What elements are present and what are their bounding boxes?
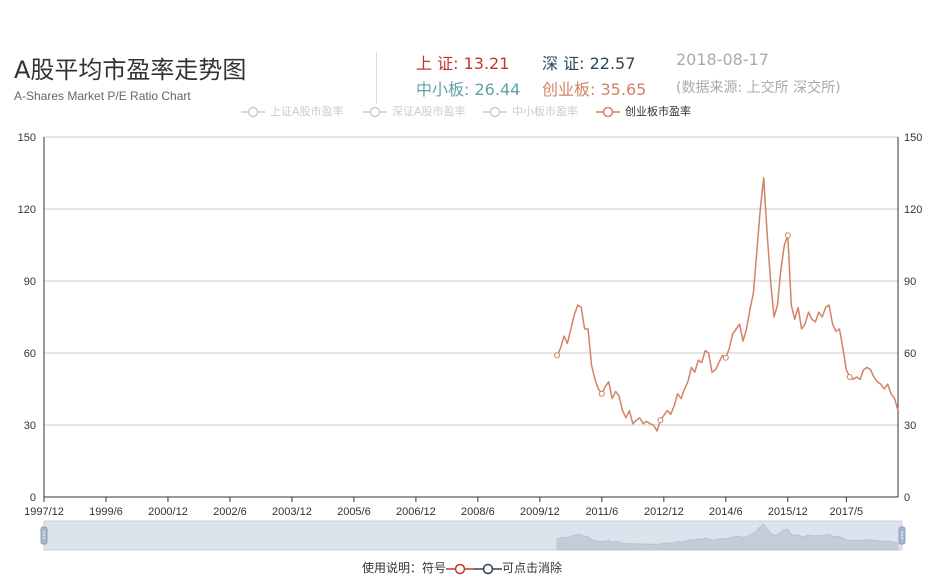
y-tick-label-left: 30 <box>24 420 36 432</box>
usage-note-prefix: 使用说明：符号 <box>362 561 447 575</box>
series-line-chinext <box>556 177 899 432</box>
x-tick-label: 2002/6 <box>213 506 247 518</box>
usage-note-suffix: 可点击消除 <box>502 561 563 575</box>
x-tick-label: 2015/12 <box>768 506 808 518</box>
x-tick-label: 2012/12 <box>644 506 684 518</box>
x-tick-label: 2011/6 <box>585 506 618 518</box>
data-point <box>846 374 853 380</box>
symbol-red-icon <box>446 563 475 574</box>
y-tick-label-right: 0 <box>904 492 910 504</box>
y-tick-label-right: 30 <box>904 420 916 432</box>
y-tick-label-right: 60 <box>904 348 916 360</box>
y-tick-label-right: 120 <box>904 204 922 216</box>
usage-note: 使用说明：符号 可点击消除 <box>362 559 562 576</box>
symbol-navy-icon <box>474 563 503 574</box>
x-tick-label: 2003/12 <box>272 506 312 518</box>
y-tick-label-right: 90 <box>904 276 916 288</box>
data-point <box>598 390 605 397</box>
y-tick-label-left: 150 <box>18 132 36 144</box>
data-point <box>554 352 561 359</box>
y-tick-label-left: 60 <box>24 348 36 360</box>
data-point <box>722 354 729 361</box>
data-point <box>784 232 791 239</box>
x-tick-label: 2005/6 <box>337 506 371 518</box>
x-tick-label: 2000/12 <box>148 506 188 518</box>
x-tick-label: 2009/12 <box>520 506 560 518</box>
data-point <box>657 417 664 424</box>
x-tick-label: 2006/12 <box>396 506 436 518</box>
x-tick-label: 2014/6 <box>709 506 743 518</box>
y-tick-label-left: 120 <box>18 204 36 216</box>
x-tick-label: 1999/6 <box>89 506 123 518</box>
y-tick-label-left: 90 <box>24 276 36 288</box>
line-chart: 0 0 30 30 60 60 90 90 120 120 150 150 1997/12 1999/6 2… <box>18 132 922 551</box>
x-tick-label: 1997/12 <box>24 506 64 518</box>
y-tick-label-left: 0 <box>30 492 36 504</box>
y-tick-label-right: 150 <box>904 132 922 144</box>
x-tick-label: 2017/5 <box>830 506 864 518</box>
x-tick-label: 2008/6 <box>461 506 495 518</box>
